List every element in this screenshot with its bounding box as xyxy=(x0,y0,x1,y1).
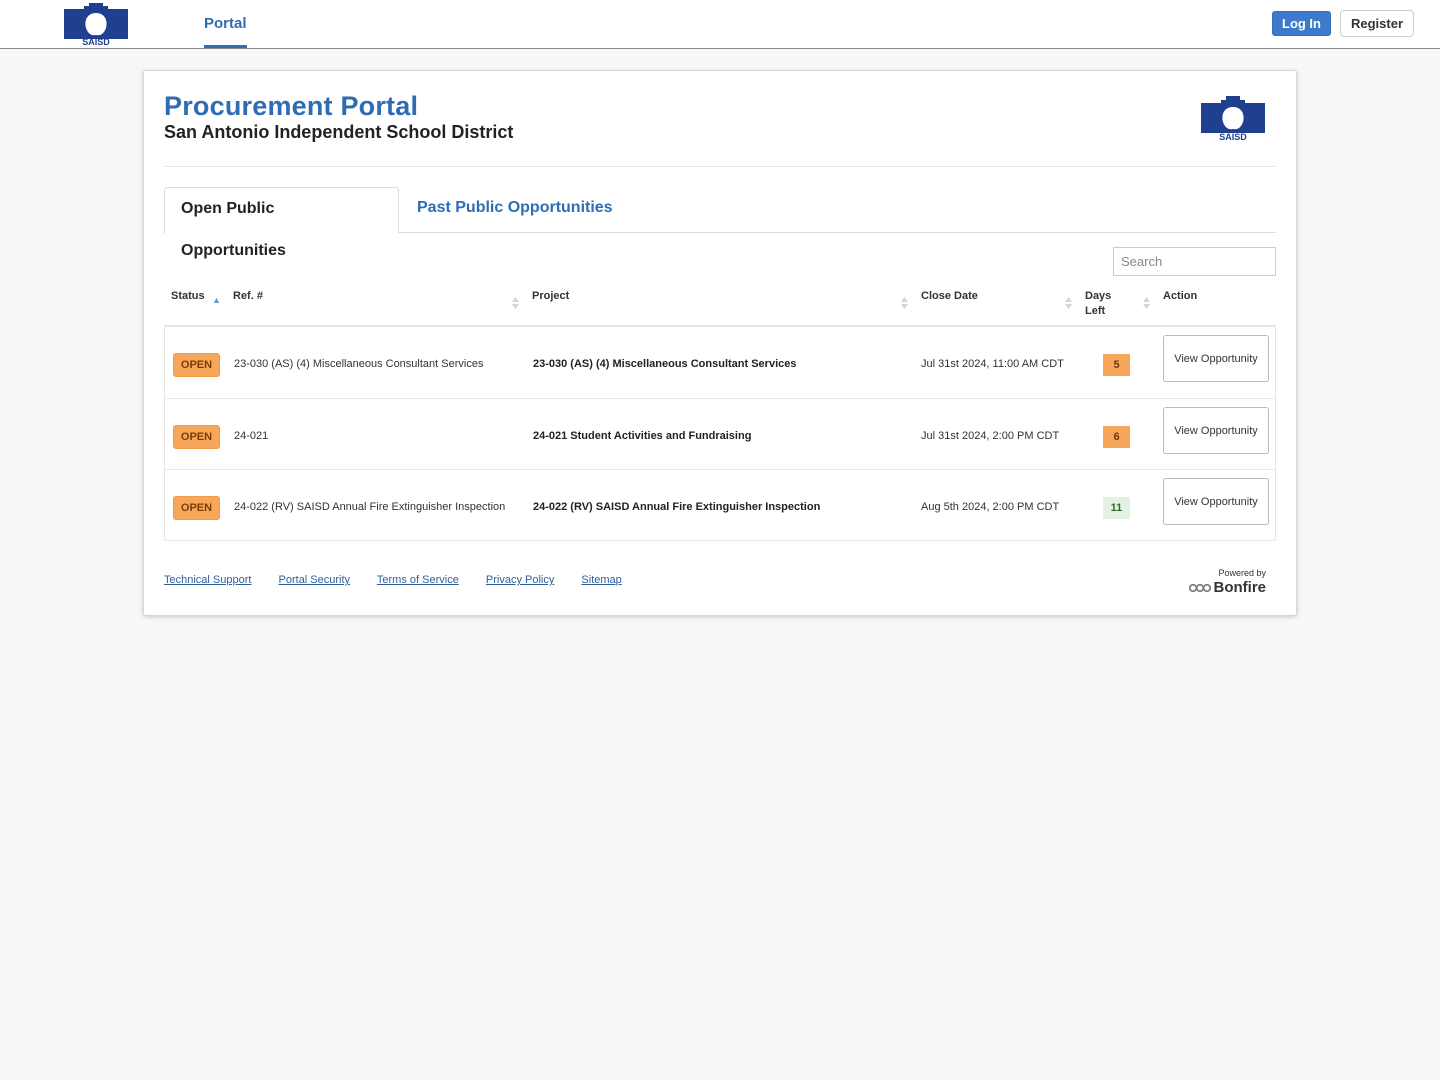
link-portal-security[interactable]: Portal Security xyxy=(279,574,351,586)
column-header-days-left[interactable]: Days Left xyxy=(1085,289,1119,319)
nav-portal[interactable]: Portal xyxy=(204,0,247,48)
status-badge: OPEN xyxy=(173,425,220,449)
footer-links: Technical Support Portal Security Terms … xyxy=(164,574,646,586)
column-header-action: Action xyxy=(1163,290,1198,302)
page-title: Procurement Portal xyxy=(164,91,419,121)
column-header-project[interactable]: Project xyxy=(532,289,569,304)
link-sitemap[interactable]: Sitemap xyxy=(581,574,621,586)
bonfire-brand-text: Bonfire xyxy=(1213,579,1267,596)
ref-number: 23-030 (AS) (4) Miscellaneous Consultant… xyxy=(234,358,484,370)
view-opportunity-button[interactable]: View Opportunity xyxy=(1163,478,1269,525)
column-header-ref[interactable]: Ref. # xyxy=(233,289,263,304)
procurement-card: Procurement Portal San Antonio Independe… xyxy=(143,70,1297,616)
days-left-badge: 5 xyxy=(1103,354,1130,376)
sort-icon[interactable] xyxy=(900,295,909,311)
bonfire-logo-icon xyxy=(1188,583,1211,593)
powered-by-label: Powered by xyxy=(1218,568,1266,578)
sort-ascending-icon[interactable]: ▲ xyxy=(212,295,221,305)
link-terms-of-service[interactable]: Terms of Service xyxy=(377,574,459,586)
tab-past-opportunities[interactable]: Past Public Opportunities xyxy=(401,187,629,233)
column-header-status[interactable]: Status xyxy=(171,289,205,304)
top-navbar: SAISD Portal Log In Register xyxy=(0,0,1440,49)
link-privacy-policy[interactable]: Privacy Policy xyxy=(486,574,554,586)
status-badge: OPEN xyxy=(173,353,220,377)
bonfire-brand: Bonfire xyxy=(1174,579,1266,597)
saisd-logo[interactable]: SAISD xyxy=(62,1,130,46)
powered-by-bonfire[interactable]: Powered by Bonfire xyxy=(1174,568,1266,597)
status-badge: OPEN xyxy=(173,496,220,520)
ref-number: 24-021 xyxy=(234,430,269,442)
days-left-badge: 11 xyxy=(1103,497,1130,519)
close-date: Jul 31st 2024, 2:00 PM CDT xyxy=(921,430,1060,442)
tab-bar: Open Public Opportunities Past Public Op… xyxy=(164,187,1276,259)
opportunities-table: OPEN 23-030 (AS) (4) Miscellaneous Consu… xyxy=(164,327,1276,541)
project-name: 24-021 Student Activities and Fundraisin… xyxy=(533,430,752,442)
close-date: Aug 5th 2024, 2:00 PM CDT xyxy=(921,501,1060,513)
view-opportunity-button[interactable]: View Opportunity xyxy=(1163,407,1269,454)
table-row: OPEN 24-021 24-021 Student Activities an… xyxy=(165,398,1275,469)
column-header-close-date[interactable]: Close Date xyxy=(921,289,978,304)
project-name: 23-030 (AS) (4) Miscellaneous Consultant… xyxy=(533,358,797,370)
table-header: Status ▲ Ref. # Project Close Date Days … xyxy=(164,285,1276,327)
project-name: 24-022 (RV) SAISD Annual Fire Extinguish… xyxy=(533,501,821,513)
register-button[interactable]: Register xyxy=(1340,10,1414,37)
login-button[interactable]: Log In xyxy=(1272,11,1331,36)
view-opportunity-button[interactable]: View Opportunity xyxy=(1163,335,1269,382)
link-technical-support[interactable]: Technical Support xyxy=(164,574,251,586)
tab-open-opportunities[interactable]: Open Public Opportunities xyxy=(164,187,399,259)
sort-icon[interactable] xyxy=(511,295,520,311)
table-row: OPEN 24-022 (RV) SAISD Annual Fire Extin… xyxy=(165,469,1275,540)
table-row: OPEN 23-030 (AS) (4) Miscellaneous Consu… xyxy=(165,327,1275,398)
days-left-badge: 6 xyxy=(1103,426,1130,448)
close-date: Jul 31st 2024, 11:00 AM CDT xyxy=(921,358,1064,370)
saisd-logo: SAISD xyxy=(1201,96,1265,141)
sort-icon[interactable] xyxy=(1064,295,1073,311)
svg-text:SAISD: SAISD xyxy=(82,37,110,46)
page-subtitle: San Antonio Independent School District xyxy=(164,122,514,142)
ref-number: 24-022 (RV) SAISD Annual Fire Extinguish… xyxy=(234,501,506,513)
divider xyxy=(164,166,1276,167)
search-input[interactable] xyxy=(1113,247,1276,276)
svg-text:SAISD: SAISD xyxy=(1219,132,1247,141)
sort-icon[interactable] xyxy=(1142,295,1151,311)
